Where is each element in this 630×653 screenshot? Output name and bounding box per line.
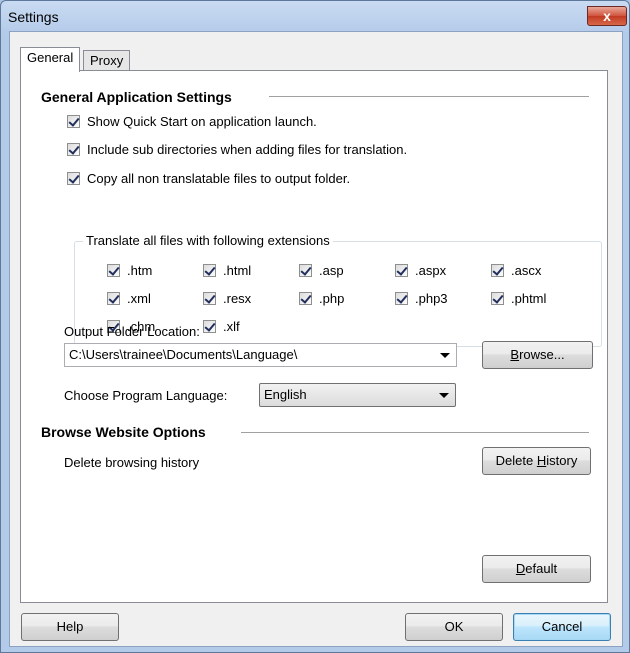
output-folder-combobox[interactable]: C:\Users\trainee\Documents\Language\ bbox=[64, 343, 457, 367]
delete-history-label-a: Delete bbox=[495, 453, 537, 468]
ext-htm[interactable]: .htm bbox=[107, 263, 152, 278]
close-button[interactable]: x bbox=[587, 6, 627, 26]
ext-label: .htm bbox=[127, 263, 153, 278]
browse-section-divider bbox=[241, 432, 589, 434]
checkbox-include-sub-directories[interactable] bbox=[67, 143, 80, 156]
checkbox-ext-aspx[interactable] bbox=[395, 264, 408, 277]
browse-mnemonic: B bbox=[510, 347, 520, 362]
program-language-label: Choose Program Language: bbox=[64, 388, 228, 403]
tab-proxy[interactable]: Proxy bbox=[83, 50, 131, 72]
ext-php3[interactable]: .php3 bbox=[395, 291, 448, 306]
checkbox-ext-php[interactable] bbox=[299, 292, 312, 305]
delete-history-button[interactable]: Delete History bbox=[482, 447, 591, 475]
checkbox-ext-html[interactable] bbox=[203, 264, 216, 277]
tab-proxy-label: Proxy bbox=[90, 53, 124, 68]
program-language-value: English bbox=[264, 387, 307, 402]
general-tab-panel: General Application Settings Show Quick … bbox=[20, 70, 608, 603]
cancel-button[interactable]: Cancel bbox=[513, 613, 611, 641]
settings-window: Settings x General Proxy General Applica… bbox=[0, 0, 630, 653]
general-section-divider bbox=[269, 96, 589, 98]
default-button[interactable]: Default bbox=[482, 555, 591, 583]
dialog-client-area: General Proxy General Application Settin… bbox=[9, 31, 623, 647]
help-label: Help bbox=[56, 619, 84, 634]
program-language-select[interactable]: English bbox=[259, 383, 456, 407]
ext-html[interactable]: .html bbox=[203, 263, 251, 278]
output-folder-value: C:\Users\trainee\Documents\Language\ bbox=[69, 347, 298, 362]
close-icon: x bbox=[603, 8, 611, 24]
dropdown-arrow-icon[interactable] bbox=[440, 353, 450, 358]
tab-general-label: General bbox=[27, 50, 74, 65]
checkbox-show-quick-start[interactable] bbox=[67, 115, 80, 128]
option-show-quick-start[interactable]: Show Quick Start on application launch. bbox=[67, 114, 317, 129]
checkbox-ext-asp[interactable] bbox=[299, 264, 312, 277]
delete-history-label: Delete browsing history bbox=[64, 455, 200, 470]
help-button[interactable]: Help bbox=[21, 613, 119, 641]
delete-history-mnemonic: H bbox=[536, 453, 547, 468]
ext-label: .phtml bbox=[511, 291, 547, 306]
checkbox-ext-php3[interactable] bbox=[395, 292, 408, 305]
general-section-title: General Application Settings bbox=[41, 89, 232, 105]
tab-general[interactable]: General bbox=[20, 47, 81, 72]
ext-asp[interactable]: .asp bbox=[299, 263, 344, 278]
checkbox-ext-htm[interactable] bbox=[107, 264, 120, 277]
output-folder-label: Output Folder Location: bbox=[64, 324, 200, 339]
ok-button[interactable]: OK bbox=[405, 613, 503, 641]
default-label: efault bbox=[525, 561, 558, 576]
dropdown-arrow-icon[interactable] bbox=[439, 393, 449, 398]
ext-label: .html bbox=[223, 263, 252, 278]
ext-label: .php bbox=[319, 291, 345, 306]
delete-history-label-b: istory bbox=[546, 453, 578, 468]
ext-label: .resx bbox=[223, 291, 252, 306]
ext-phtml[interactable]: .phtml bbox=[491, 291, 546, 306]
ext-label: .asp bbox=[319, 263, 344, 278]
ok-label: OK bbox=[444, 619, 464, 634]
ext-xml[interactable]: .xml bbox=[107, 291, 151, 306]
checkbox-ext-resx[interactable] bbox=[203, 292, 216, 305]
option-label: Include sub directories when adding file… bbox=[87, 142, 408, 157]
default-mnemonic: D bbox=[515, 561, 526, 576]
ext-label: .aspx bbox=[415, 263, 447, 278]
browse-button[interactable]: Browse... bbox=[482, 341, 593, 369]
checkbox-ext-ascx[interactable] bbox=[491, 264, 504, 277]
option-label: Copy all non translatable files to outpu… bbox=[87, 171, 351, 186]
option-label: Show Quick Start on application launch. bbox=[87, 114, 317, 129]
cancel-label: Cancel bbox=[541, 619, 583, 634]
ext-xlf[interactable]: .xlf bbox=[203, 319, 240, 334]
ext-ascx[interactable]: .ascx bbox=[491, 263, 541, 278]
option-include-sub-directories[interactable]: Include sub directories when adding file… bbox=[67, 142, 407, 157]
ext-label: .xml bbox=[127, 291, 151, 306]
checkbox-ext-xml[interactable] bbox=[107, 292, 120, 305]
ext-label: .php3 bbox=[415, 291, 448, 306]
ext-resx[interactable]: .resx bbox=[203, 291, 251, 306]
checkbox-ext-xlf[interactable] bbox=[203, 320, 216, 333]
checkbox-copy-non-translatable[interactable] bbox=[67, 172, 80, 185]
browse-section-title: Browse Website Options bbox=[41, 424, 206, 440]
ext-label: .xlf bbox=[223, 319, 240, 334]
extensions-group-label: Translate all files with following exten… bbox=[83, 233, 333, 248]
checkbox-ext-phtml[interactable] bbox=[491, 292, 504, 305]
window-title: Settings bbox=[8, 9, 59, 25]
ext-aspx[interactable]: .aspx bbox=[395, 263, 446, 278]
browse-label: rowse... bbox=[519, 347, 565, 362]
option-copy-non-translatable[interactable]: Copy all non translatable files to outpu… bbox=[67, 171, 350, 186]
ext-php[interactable]: .php bbox=[299, 291, 344, 306]
ext-label: .ascx bbox=[511, 263, 542, 278]
